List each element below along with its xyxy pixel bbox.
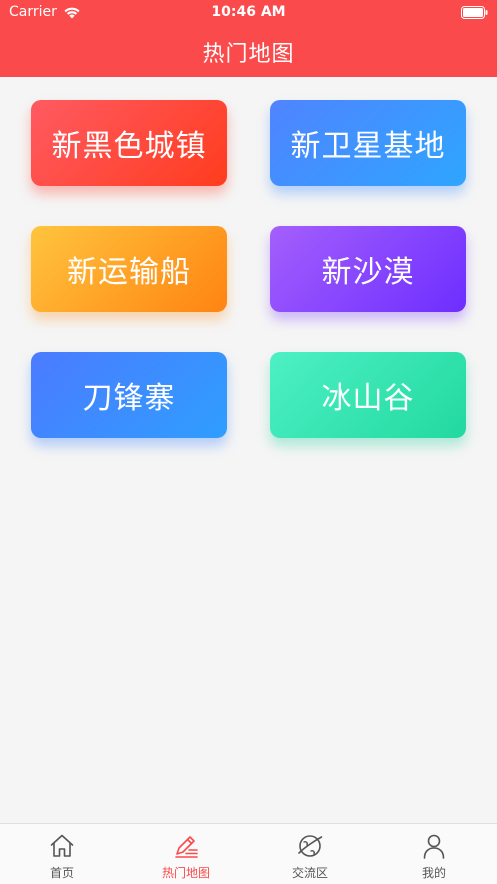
map-button-label: 新黑色城镇 (51, 129, 207, 164)
status-time: 10:46 AM (211, 4, 286, 20)
tab-community[interactable]: 交流区 (248, 824, 372, 884)
edit-icon (175, 836, 198, 858)
tab-hot-maps[interactable]: 热门地图 (124, 824, 248, 884)
user-icon (423, 834, 445, 859)
map-button-label: 新沙漠 (321, 255, 415, 290)
tab-label: 交流区 (291, 866, 328, 880)
tab-label: 我的 (421, 866, 446, 880)
tab-label: 首页 (49, 866, 74, 880)
map-button-new-desert[interactable]: 新沙漠 (270, 226, 466, 312)
home-icon (50, 834, 74, 857)
map-button-new-black-town[interactable]: 新黑色城镇 (31, 100, 227, 186)
page-title: 热门地图 (202, 42, 295, 67)
map-button-label: 新卫星基地 (290, 129, 446, 164)
map-button-iceberg-valley[interactable]: 冰山谷 (270, 352, 466, 438)
map-button-label: 刀锋寨 (82, 381, 176, 416)
tab-home[interactable]: 首页 (0, 824, 124, 884)
map-button-label: 冰山谷 (321, 381, 415, 416)
tab-profile[interactable]: 我的 (372, 824, 496, 884)
battery-icon (461, 6, 488, 23)
tab-label: 热门地图 (161, 866, 210, 880)
status-bar: Carrier 10:46 AM (0, 0, 497, 26)
planet-icon (298, 835, 323, 857)
map-button-label: 新运输船 (67, 255, 191, 290)
tab-bar: 首页 热门地图 交流区 我的 (0, 823, 497, 884)
map-button-new-satellite-base[interactable]: 新卫星基地 (270, 100, 466, 186)
header-bar: Carrier 10:46 AM 热门地图 (0, 0, 497, 77)
map-button-blade-fort[interactable]: 刀锋寨 (31, 352, 227, 438)
map-button-new-transport-ship[interactable]: 新运输船 (31, 226, 227, 312)
